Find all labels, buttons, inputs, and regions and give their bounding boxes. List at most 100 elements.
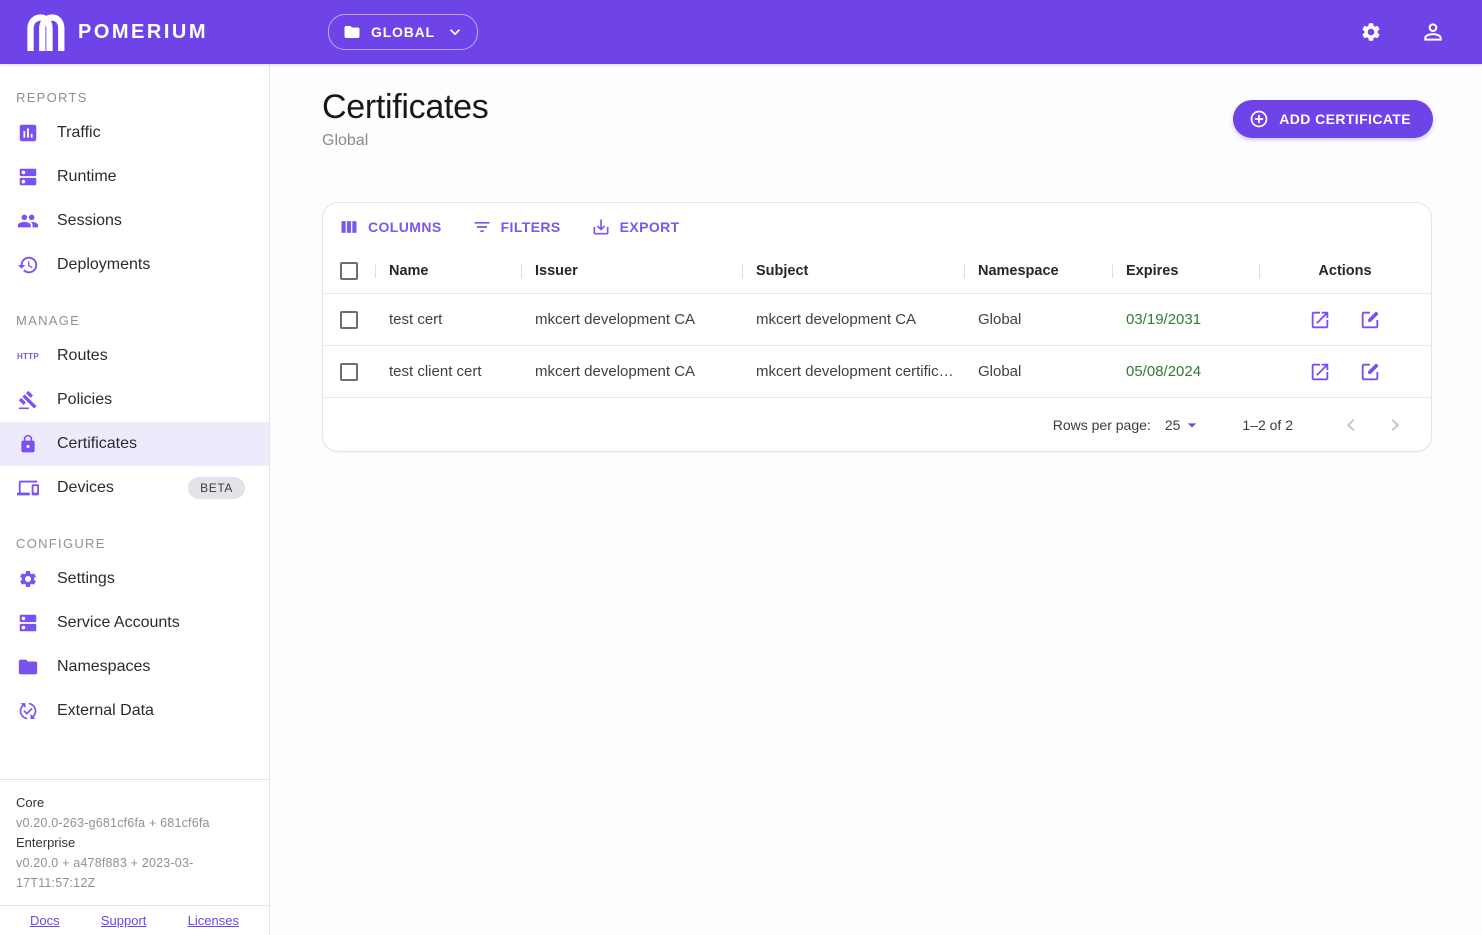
- filters-label: FILTERS: [501, 219, 561, 235]
- enterprise-version-value: v0.20.0 + a478f883 + 2023-03-17T11:57:12…: [16, 853, 253, 893]
- version-info: Core v0.20.0-263-g681cf6fa + 681cf6fa En…: [0, 779, 269, 905]
- beta-badge: BETA: [188, 477, 245, 499]
- enterprise-version-label: Enterprise: [16, 833, 253, 853]
- row-checkbox[interactable]: [340, 363, 358, 381]
- page-title: Certificates: [322, 88, 488, 127]
- sidebar-item-label: Routes: [57, 347, 108, 365]
- sidebar-item-devices[interactable]: Devices BETA: [0, 466, 269, 510]
- sidebar-item-label: External Data: [57, 702, 154, 720]
- columns-button[interactable]: COLUMNS: [339, 217, 442, 237]
- sidebar-item-settings[interactable]: Settings: [0, 557, 269, 601]
- sidebar-item-runtime[interactable]: Runtime: [0, 155, 269, 199]
- sidebar-item-label: Namespaces: [57, 658, 150, 676]
- gear-icon: [16, 567, 40, 591]
- cell-subject: mkcert development certific…: [742, 363, 964, 380]
- column-header-issuer: Issuer: [521, 263, 742, 279]
- sidebar-item-label: Sessions: [57, 212, 122, 230]
- sidebar-item-label: Runtime: [57, 168, 117, 186]
- add-circle-icon: [1249, 109, 1269, 129]
- export-button[interactable]: EXPORT: [591, 217, 680, 237]
- certificates-table-card: COLUMNS FILTERS EXPORT Nam: [322, 202, 1432, 452]
- cell-issuer: mkcert development CA: [521, 311, 742, 328]
- sidebar-item-label: Policies: [57, 391, 112, 409]
- gavel-icon: [16, 388, 40, 412]
- sidebar-item-traffic[interactable]: Traffic: [0, 111, 269, 155]
- view-column-icon: [339, 217, 359, 237]
- sidebar-item-external-data[interactable]: External Data: [0, 689, 269, 733]
- docs-link[interactable]: Docs: [30, 913, 60, 928]
- edit-icon[interactable]: [1359, 309, 1381, 331]
- namespace-selector[interactable]: GLOBAL: [328, 14, 478, 50]
- chevron-right-icon: [1383, 413, 1407, 437]
- sidebar-item-deployments[interactable]: Deployments: [0, 243, 269, 287]
- http-icon: HTTP: [16, 344, 40, 368]
- devices-icon: [16, 476, 40, 500]
- rows-per-page-select[interactable]: 25: [1165, 415, 1203, 435]
- sidebar-item-routes[interactable]: HTTP Routes: [0, 334, 269, 378]
- table-row[interactable]: test client cert mkcert development CA m…: [323, 345, 1431, 397]
- cell-expires: 03/19/2031: [1112, 311, 1259, 328]
- cell-issuer: mkcert development CA: [521, 363, 742, 380]
- open-in-new-icon[interactable]: [1309, 361, 1331, 383]
- sidebar-item-certificates[interactable]: Certificates: [0, 422, 269, 466]
- column-header-namespace: Namespace: [964, 263, 1112, 279]
- select-all-checkbox[interactable]: [340, 262, 358, 280]
- row-checkbox[interactable]: [340, 311, 358, 329]
- sidebar-item-label: Traffic: [57, 124, 101, 142]
- table-row[interactable]: test cert mkcert development CA mkcert d…: [323, 293, 1431, 345]
- person-icon[interactable]: [1420, 19, 1446, 45]
- gear-icon[interactable]: [1360, 21, 1382, 43]
- table-pagination: Rows per page: 25 1–2 of 2: [323, 397, 1431, 451]
- section-title-configure: CONFIGURE: [16, 536, 253, 551]
- column-header-actions: Actions: [1259, 263, 1431, 279]
- sidebar-item-policies[interactable]: Policies: [0, 378, 269, 422]
- table-toolbar: COLUMNS FILTERS EXPORT: [323, 203, 1431, 249]
- cell-subject: mkcert development CA: [742, 311, 964, 328]
- cell-name: test client cert: [375, 363, 521, 380]
- cell-name: test cert: [375, 311, 521, 328]
- brand-name: POMERIUM: [78, 21, 208, 44]
- next-page-button[interactable]: [1373, 413, 1417, 437]
- sidebar: REPORTS Traffic Runtime Sessions: [0, 64, 270, 935]
- server-icon: [16, 165, 40, 189]
- add-certificate-button[interactable]: ADD CERTIFICATE: [1233, 100, 1433, 138]
- section-title-reports: REPORTS: [16, 90, 253, 105]
- section-title-manage: MANAGE: [16, 313, 253, 328]
- rows-per-page-value: 25: [1165, 417, 1181, 433]
- chevron-down-icon: [445, 22, 465, 42]
- sidebar-item-label: Devices: [57, 479, 114, 497]
- previous-page-button[interactable]: [1329, 413, 1373, 437]
- main-content: Certificates Global ADD CERTIFICATE COLU…: [270, 64, 1482, 935]
- column-header-subject: Subject: [742, 263, 964, 279]
- sidebar-item-label: Deployments: [57, 256, 150, 274]
- sync-icon: [16, 699, 40, 723]
- core-version-value: v0.20.0-263-g681cf6fa + 681cf6fa: [16, 813, 253, 833]
- sidebar-item-label: Service Accounts: [57, 614, 180, 632]
- columns-label: COLUMNS: [368, 219, 442, 235]
- folder-icon: [16, 655, 40, 679]
- open-in-new-icon[interactable]: [1309, 309, 1331, 331]
- licenses-link[interactable]: Licenses: [188, 913, 239, 928]
- cell-namespace: Global: [964, 363, 1112, 380]
- sidebar-item-service-accounts[interactable]: Service Accounts: [0, 601, 269, 645]
- pomerium-arch-icon: [24, 13, 66, 51]
- support-link[interactable]: Support: [101, 913, 147, 928]
- folder-icon: [343, 23, 361, 41]
- edit-icon[interactable]: [1359, 361, 1381, 383]
- pomerium-logo: POMERIUM: [24, 13, 208, 51]
- table-header-row: Name Issuer Subject Namespace Expires Ac…: [323, 249, 1431, 293]
- people-icon: [16, 209, 40, 233]
- app-header: POMERIUM GLOBAL: [0, 0, 1482, 64]
- pagination-range: 1–2 of 2: [1242, 417, 1293, 433]
- column-header-name: Name: [375, 263, 521, 279]
- bar-chart-icon: [16, 121, 40, 145]
- namespace-label: GLOBAL: [371, 24, 435, 40]
- cell-expires: 05/08/2024: [1112, 363, 1259, 380]
- sidebar-item-namespaces[interactable]: Namespaces: [0, 645, 269, 689]
- service-accounts-icon: [16, 611, 40, 635]
- add-certificate-label: ADD CERTIFICATE: [1279, 111, 1411, 127]
- sidebar-item-sessions[interactable]: Sessions: [0, 199, 269, 243]
- filters-button[interactable]: FILTERS: [472, 217, 561, 237]
- export-label: EXPORT: [620, 219, 680, 235]
- sidebar-footer: Docs Support Licenses: [0, 905, 269, 935]
